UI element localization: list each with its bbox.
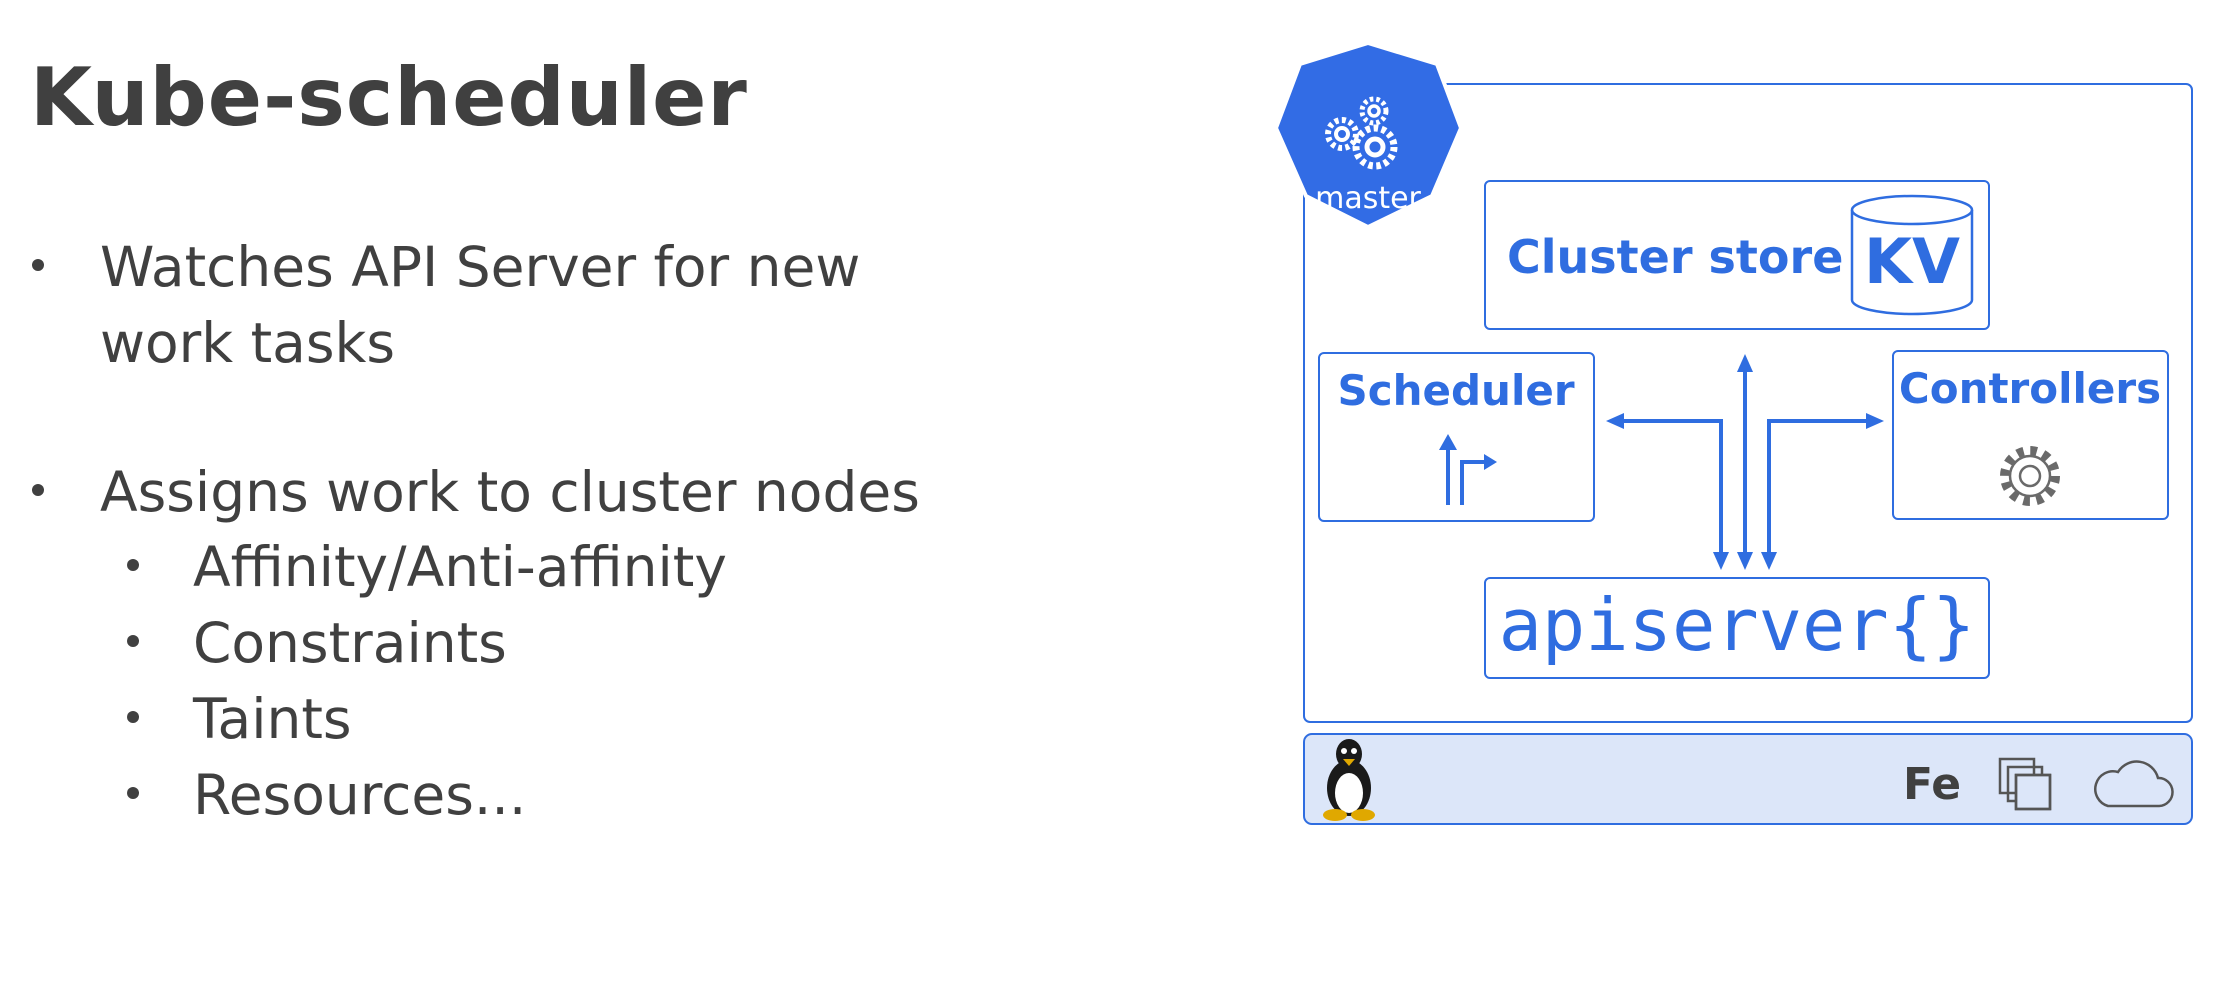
apiserver-label: apiserver{}	[1499, 583, 1976, 667]
master-diagram: master Cluster store KV Scheduler Contro…	[1273, 40, 2193, 825]
connector-arrows	[1606, 354, 1884, 570]
scheduler-label: Scheduler	[1337, 366, 1574, 415]
kv-label: KV	[1864, 225, 1960, 298]
controllers-label: Controllers	[1899, 364, 2161, 413]
vm-stack-icon	[1998, 757, 2052, 811]
master-badge-label: master	[1315, 181, 1421, 216]
cluster-store-label: Cluster store	[1507, 230, 1843, 284]
infrastructure-bar	[1303, 733, 2193, 825]
fe-label: Fe	[1903, 759, 1961, 810]
